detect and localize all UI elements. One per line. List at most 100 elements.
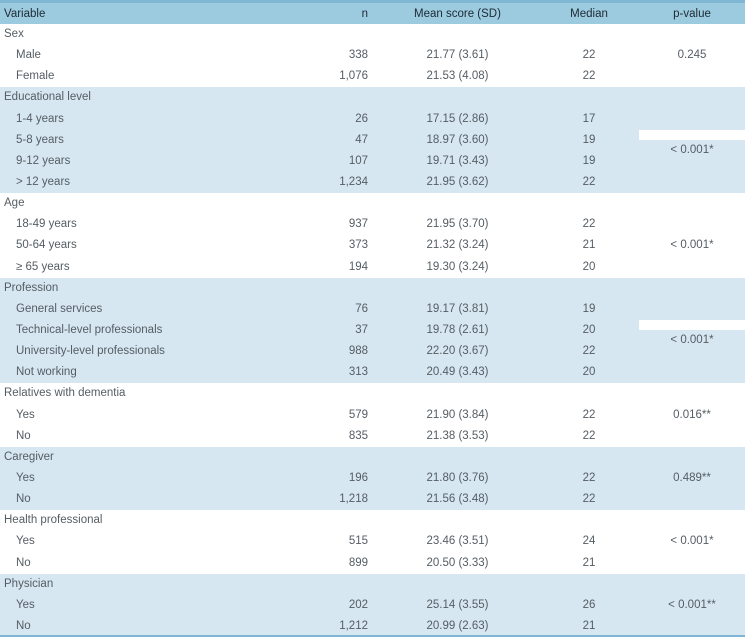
row-label: No bbox=[16, 493, 31, 506]
variable-group: Relatives with dementia Yes 579 21.90 (3.84… bbox=[0, 383, 745, 447]
row-label: No bbox=[16, 429, 31, 442]
table-row: Yes 196 21.80 (3.76) 22 0.489** bbox=[0, 467, 745, 490]
row-label: Female bbox=[16, 70, 55, 83]
mean-score: 21.56 (3.48) bbox=[426, 493, 489, 506]
mean-score: 21.90 (3.84) bbox=[426, 408, 489, 421]
variable-group: Physician Yes 202 25.14 (3.55) 26 < 0.001** No… bbox=[0, 573, 745, 638]
row-label: Yes bbox=[16, 535, 35, 548]
p-value: < 0.001* bbox=[670, 143, 714, 156]
table-row: No 1,218 21.56 (3.48) 22 bbox=[0, 489, 745, 511]
variable-group: Age 18-49 years 937 21.95 (3.70) 22 50-64 yea… bbox=[0, 193, 745, 278]
n-value: 937 bbox=[348, 218, 368, 231]
row-label: > 12 years bbox=[16, 176, 71, 189]
row-label: No bbox=[16, 620, 31, 632]
table-row: Technical-level professionals 37 19.78 (2.… bbox=[0, 319, 745, 346]
mean-score: 22.20 (3.67) bbox=[426, 345, 489, 358]
group-label-row: Age bbox=[0, 193, 745, 215]
row-label: Male bbox=[16, 49, 41, 62]
empty-cell bbox=[286, 278, 376, 299]
n-value: 37 bbox=[355, 324, 368, 337]
n-value: 313 bbox=[348, 366, 368, 379]
median-value: 22 bbox=[582, 408, 596, 421]
empty-cell bbox=[286, 447, 376, 468]
empty-cell bbox=[639, 553, 745, 574]
row-label: Yes bbox=[16, 408, 35, 421]
row-label: 1-4 years bbox=[16, 112, 64, 125]
header-p-value: p-value bbox=[673, 7, 711, 20]
n-value: 835 bbox=[348, 429, 368, 442]
n-value: 202 bbox=[348, 598, 368, 611]
variable-group: Profession General services 76 19.17 (3.81)… bbox=[0, 277, 745, 384]
mean-score: 20.50 (3.33) bbox=[426, 556, 489, 569]
n-value: 1,212 bbox=[339, 620, 368, 632]
variable-group: Sex Male 338 21.77 (3.61) 22 0.245 Female 1,076… bbox=[0, 24, 745, 88]
variable-group: Health professional Yes 515 23.46 (3.51) 24 <… bbox=[0, 510, 745, 574]
row-label: No bbox=[16, 556, 31, 569]
empty-cell bbox=[376, 87, 539, 108]
row-label: University-level professionals bbox=[16, 345, 165, 358]
header-n: n bbox=[361, 7, 368, 20]
empty-cell bbox=[286, 510, 376, 531]
row-label: Not working bbox=[16, 366, 77, 379]
results-table-body: Sex Male 338 21.77 (3.61) 22 0.245 Female 1,076… bbox=[0, 24, 745, 638]
group-label-row: Relatives with dementia bbox=[0, 383, 745, 405]
median-value: 22 bbox=[582, 493, 596, 506]
group-label: Educational level bbox=[4, 91, 91, 104]
empty-cell bbox=[376, 383, 539, 404]
n-value: 107 bbox=[348, 154, 368, 167]
empty-cell bbox=[539, 510, 639, 531]
empty-cell bbox=[286, 383, 376, 404]
table-row: 1-4 years 26 17.15 (2.86) 17 bbox=[0, 108, 745, 130]
group-label: Sex bbox=[4, 28, 24, 41]
table-row: University-level professionals 988 22.20 (… bbox=[0, 341, 745, 363]
mean-score: 20.99 (2.63) bbox=[426, 620, 489, 632]
results-table: Variable n Mean score (SD) Median p-valu… bbox=[0, 3, 745, 24]
p-value: < 0.001* bbox=[670, 239, 714, 252]
empty-cell bbox=[539, 447, 639, 468]
median-value: 26 bbox=[582, 598, 596, 611]
empty-cell bbox=[286, 574, 376, 595]
mean-score: 19.30 (3.24) bbox=[426, 260, 489, 273]
empty-cell bbox=[639, 447, 745, 468]
table-row: No 899 20.50 (3.33) 21 bbox=[0, 552, 745, 574]
mean-score: 21.53 (4.08) bbox=[426, 70, 489, 83]
table-row: No 835 21.38 (3.53) 22 bbox=[0, 425, 745, 447]
group-label-row: Sex bbox=[0, 24, 745, 46]
group-label: Health professional bbox=[4, 514, 103, 527]
empty-cell bbox=[639, 193, 745, 214]
median-value: 22 bbox=[582, 472, 596, 485]
median-value: 22 bbox=[582, 429, 596, 442]
mean-score: 19.17 (3.81) bbox=[426, 302, 489, 315]
table-row: 50-64 years 373 21.32 (3.24) 21 < 0.001* bbox=[0, 235, 745, 257]
median-value: 20 bbox=[582, 260, 596, 273]
p-value: < 0.001** bbox=[668, 598, 716, 611]
table-row: 18-49 years 937 21.95 (3.70) 22 bbox=[0, 214, 745, 236]
empty-cell bbox=[286, 193, 376, 214]
median-value: 21 bbox=[582, 556, 596, 569]
empty-cell bbox=[539, 87, 639, 108]
row-label: Technical-level professionals bbox=[16, 324, 163, 337]
empty-cell bbox=[639, 616, 745, 637]
empty-cell bbox=[639, 489, 745, 510]
p-value: 0.489** bbox=[673, 472, 711, 485]
table-row: 5-8 years 47 18.97 (3.60) 19 < 0.001* bbox=[0, 129, 745, 156]
median-value: 21 bbox=[582, 239, 596, 252]
results-table-container: Variable n Mean score (SD) Median p-valu… bbox=[0, 0, 745, 639]
empty-cell bbox=[639, 362, 745, 383]
median-value: 24 bbox=[582, 535, 596, 548]
mean-score: 19.71 (3.43) bbox=[426, 154, 489, 167]
row-label: 5-8 years bbox=[16, 133, 64, 146]
mean-score: 21.95 (3.62) bbox=[426, 176, 489, 189]
empty-cell bbox=[639, 299, 745, 320]
empty-cell bbox=[539, 278, 639, 299]
row-label: Yes bbox=[16, 472, 35, 485]
table-row: ≥ 65 years 194 19.30 (3.24) 20 bbox=[0, 256, 745, 278]
empty-cell bbox=[639, 109, 745, 130]
empty-cell bbox=[376, 510, 539, 531]
group-label-row: Profession bbox=[0, 277, 745, 299]
mean-score: 21.80 (3.76) bbox=[426, 472, 489, 485]
table-row: Female 1,076 21.53 (4.08) 22 bbox=[0, 66, 745, 88]
table-row: General services 76 19.17 (3.81) 19 bbox=[0, 298, 745, 320]
n-value: 26 bbox=[355, 112, 368, 125]
empty-cell bbox=[639, 278, 745, 299]
